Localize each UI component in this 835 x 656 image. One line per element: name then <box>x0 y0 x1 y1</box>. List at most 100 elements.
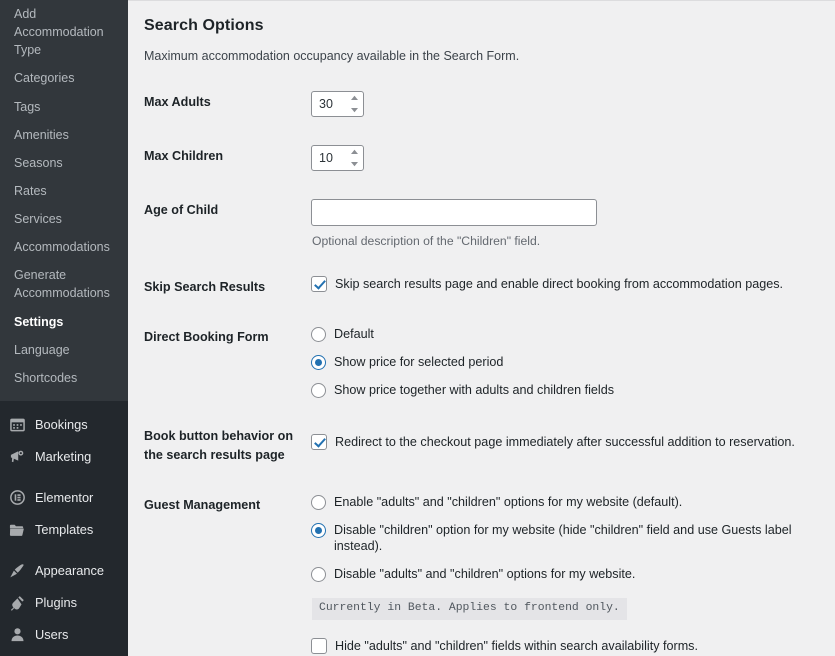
plug-icon <box>8 594 26 612</box>
menu-divider <box>0 546 128 555</box>
menu-item-plugins[interactable]: Plugins <box>0 587 128 619</box>
submenu-item-add-accommodation-type[interactable]: Add Accommodation Type <box>0 0 128 64</box>
beta-note: Currently in Beta. Applies to frontend o… <box>312 598 627 620</box>
guest-option-enable-adults-children[interactable]: Enable "adults" and "children" options f… <box>311 494 815 510</box>
main-content: Search Options Maximum accommodation occ… <box>128 0 835 656</box>
label-max-children: Max Children <box>144 131 311 185</box>
submenu-label: Seasons <box>14 156 63 170</box>
menu-item-elementor[interactable]: Elementor <box>0 482 128 514</box>
label-max-adults: Max Adults <box>144 77 311 131</box>
skip-search-results-checkbox[interactable] <box>311 276 327 292</box>
radio-disable-children[interactable] <box>311 523 326 538</box>
menu-item-appearance[interactable]: Appearance <box>0 555 128 587</box>
submenu-label: Shortcodes <box>14 371 77 385</box>
menu-item-label: Users <box>35 627 68 642</box>
hide-guest-fields-checkbox-row[interactable]: Hide "adults" and "children" fields with… <box>311 638 815 654</box>
menu-item-bookings[interactable]: Bookings <box>0 409 128 441</box>
max-children-spin-arrows[interactable] <box>350 149 359 167</box>
submenu-item-seasons[interactable]: Seasons <box>0 149 128 177</box>
accommodation-submenu: Add Accommodation Type Categories Tags A… <box>0 0 128 401</box>
menu-item-label: Appearance <box>35 563 104 578</box>
admin-screen: Add Accommodation Type Categories Tags A… <box>0 0 835 656</box>
radio-price-selected-period[interactable] <box>311 355 326 370</box>
max-adults-stepper[interactable] <box>311 91 364 117</box>
row-skip-search-results: Skip Search Results Skip search results … <box>144 262 815 312</box>
label-book-button-behavior: Book button behavior on the search resul… <box>144 412 311 480</box>
search-options-form: Max Adults <box>144 77 815 656</box>
radio-enable-adults-children[interactable] <box>311 495 326 510</box>
page-title: Search Options <box>144 17 815 35</box>
max-adults-input[interactable] <box>312 92 348 116</box>
submenu-item-language[interactable]: Language <box>0 336 128 364</box>
menu-item-label: Elementor <box>35 490 93 505</box>
label-skip-search-results: Skip Search Results <box>144 262 311 312</box>
book-button-behavior-checkbox-row[interactable]: Redirect to the checkout page immediatel… <box>311 434 815 450</box>
submenu-item-services[interactable]: Services <box>0 205 128 233</box>
menu-item-templates[interactable]: Templates <box>0 514 128 546</box>
submenu-label: Add Accommodation Type <box>14 7 104 57</box>
submenu-label: Generate Accommodations <box>14 268 110 300</box>
book-button-behavior-label: Redirect to the checkout page immediatel… <box>335 434 795 450</box>
submenu-item-settings[interactable]: Settings <box>0 308 128 336</box>
submenu-label: Services <box>14 212 62 226</box>
max-adults-spin-arrows[interactable] <box>350 95 359 113</box>
max-children-input[interactable] <box>312 146 348 170</box>
menu-group-system: Appearance Plugins Users Tools <box>0 555 128 656</box>
row-guest-management: Guest Management Enable "adults" and "ch… <box>144 480 815 656</box>
megaphone-icon <box>8 448 26 466</box>
book-button-behavior-checkbox[interactable] <box>311 434 327 450</box>
submenu-item-amenities[interactable]: Amenities <box>0 121 128 149</box>
hide-guest-fields-label: Hide "adults" and "children" fields with… <box>335 638 698 654</box>
direct-booking-option-price-with-fields[interactable]: Show price together with adults and chil… <box>311 382 815 398</box>
row-age-of-child: Age of Child Optional description of the… <box>144 185 815 262</box>
radio-default[interactable] <box>311 327 326 342</box>
submenu-label: Amenities <box>14 128 69 142</box>
row-book-button-behavior: Book button behavior on the search resul… <box>144 412 815 480</box>
row-direct-booking-form: Direct Booking Form Default Show price f… <box>144 312 815 412</box>
submenu-item-rates[interactable]: Rates <box>0 177 128 205</box>
page-description: Maximum accommodation occupancy availabl… <box>144 49 815 63</box>
age-of-child-description: Optional description of the "Children" f… <box>312 234 815 248</box>
menu-item-label: Marketing <box>35 449 91 464</box>
submenu-item-accommodations[interactable]: Accommodations <box>0 233 128 261</box>
menu-item-marketing[interactable]: Marketing <box>0 441 128 473</box>
submenu-label: Rates <box>14 184 47 198</box>
calendar-icon <box>8 416 26 434</box>
radio-disable-children-label: Disable "children" option for my website… <box>334 522 815 554</box>
guest-option-disable-adults-children[interactable]: Disable "adults" and "children" options … <box>311 566 815 582</box>
elementor-icon <box>8 489 26 507</box>
skip-search-results-checkbox-row[interactable]: Skip search results page and enable dire… <box>311 276 815 292</box>
submenu-label: Settings <box>14 315 63 329</box>
radio-price-with-fields[interactable] <box>311 383 326 398</box>
radio-enable-adults-children-label: Enable "adults" and "children" options f… <box>334 494 682 510</box>
max-children-stepper[interactable] <box>311 145 364 171</box>
submenu-item-shortcodes[interactable]: Shortcodes <box>0 364 128 392</box>
label-direct-booking-form: Direct Booking Form <box>144 312 311 412</box>
hide-guest-fields-checkbox[interactable] <box>311 638 327 654</box>
age-of-child-input[interactable] <box>311 199 597 226</box>
radio-default-label: Default <box>334 326 374 342</box>
direct-booking-option-price-selected-period[interactable]: Show price for selected period <box>311 354 815 370</box>
label-age-of-child: Age of Child <box>144 185 311 262</box>
menu-group-bookings: Bookings Marketing <box>0 401 128 473</box>
guest-option-disable-children[interactable]: Disable "children" option for my website… <box>311 522 815 554</box>
spacer <box>311 620 815 638</box>
skip-search-results-label: Skip search results page and enable dire… <box>335 276 783 292</box>
direct-booking-option-default[interactable]: Default <box>311 326 815 342</box>
user-icon <box>8 626 26 644</box>
submenu-item-categories[interactable]: Categories <box>0 64 128 92</box>
submenu-item-tags[interactable]: Tags <box>0 93 128 121</box>
menu-divider <box>0 473 128 482</box>
radio-price-selected-period-label: Show price for selected period <box>334 354 503 370</box>
admin-sidebar: Add Accommodation Type Categories Tags A… <box>0 0 128 656</box>
submenu-item-generate-accommodations[interactable]: Generate Accommodations <box>0 261 128 307</box>
menu-item-label: Bookings <box>35 417 88 432</box>
radio-disable-adults-children-label: Disable "adults" and "children" options … <box>334 566 635 582</box>
menu-item-users[interactable]: Users <box>0 619 128 651</box>
radio-disable-adults-children[interactable] <box>311 567 326 582</box>
menu-item-label: Templates <box>35 522 93 537</box>
menu-item-tools[interactable]: Tools <box>0 651 128 656</box>
folder-icon <box>8 521 26 539</box>
radio-price-with-fields-label: Show price together with adults and chil… <box>334 382 614 398</box>
label-guest-management: Guest Management <box>144 480 311 656</box>
